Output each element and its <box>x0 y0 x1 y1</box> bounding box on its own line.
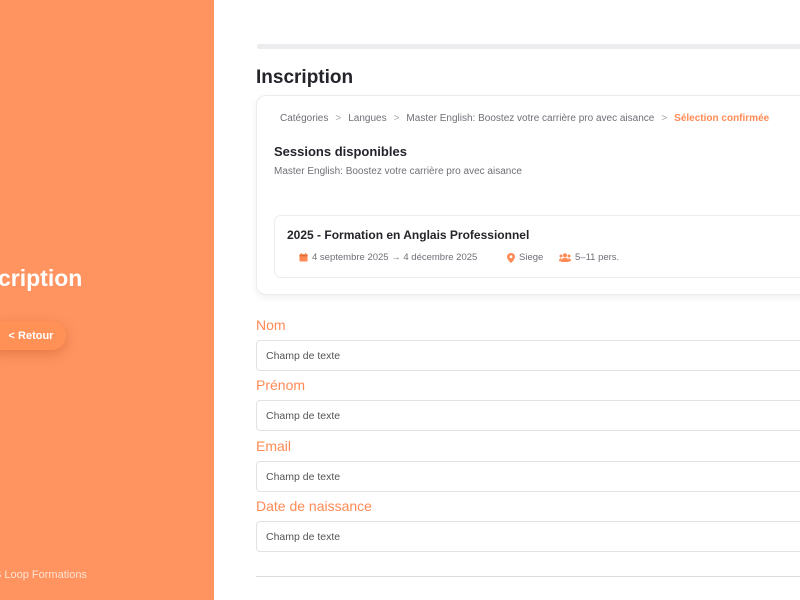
sessions-card: Catégories > Langues > Master English: B… <box>256 95 800 295</box>
email-field[interactable] <box>256 461 800 492</box>
breadcrumb-separator: > <box>661 113 668 124</box>
breadcrumb-categories[interactable]: Catégories <box>280 113 328 124</box>
location-pin-icon <box>507 252 515 263</box>
sidebar-footer: S Loop Formations <box>0 569 87 581</box>
main-content: Inscription Catégories > Langues > Maste… <box>214 0 800 600</box>
breadcrumb-langues[interactable]: Langues <box>348 113 386 124</box>
session-dates-text: 4 septembre 2025 → 4 décembre 2025 <box>312 252 478 263</box>
breadcrumb-course[interactable]: Master English: Boostez votre carrière p… <box>406 113 654 124</box>
breadcrumb-separator: > <box>393 113 400 124</box>
people-icon <box>559 253 571 262</box>
breadcrumb-separator: > <box>335 113 342 124</box>
sessions-title: Sessions disponibles <box>274 144 407 159</box>
prenom-field[interactable] <box>256 400 800 431</box>
nom-field[interactable] <box>256 340 800 371</box>
session-capacity-text: 5–11 pers. <box>575 252 620 263</box>
label-email: Email <box>256 438 292 454</box>
divider <box>256 576 800 577</box>
sessions-subtitle: Master English: Boostez votre carrière p… <box>274 166 522 177</box>
session-dates: 4 septembre 2025 → 4 décembre 2025 <box>299 252 477 263</box>
session-title: 2025 - Formation en Anglais Professionne… <box>287 228 530 242</box>
progress-bar <box>257 44 800 49</box>
back-button[interactable]: < Retour <box>0 321 66 350</box>
label-date-naissance: Date de naissance <box>256 498 372 514</box>
calendar-icon <box>299 253 308 262</box>
birthdate-field[interactable] <box>256 521 800 552</box>
breadcrumb: Catégories > Langues > Master English: B… <box>280 113 769 124</box>
label-prenom: Prénom <box>256 377 306 393</box>
session-location: Siege <box>507 252 543 263</box>
sidebar: cription < Retour S Loop Formations <box>0 0 214 600</box>
session-item[interactable]: 2025 - Formation en Anglais Professionne… <box>274 215 800 278</box>
sidebar-title: cription <box>0 265 83 291</box>
page-title: Inscription <box>256 67 354 88</box>
session-capacity: 5–11 pers. <box>559 252 619 263</box>
session-location-text: Siege <box>519 252 544 263</box>
breadcrumb-current: Sélection confirmée <box>674 113 770 124</box>
label-nom: Nom <box>256 317 286 333</box>
